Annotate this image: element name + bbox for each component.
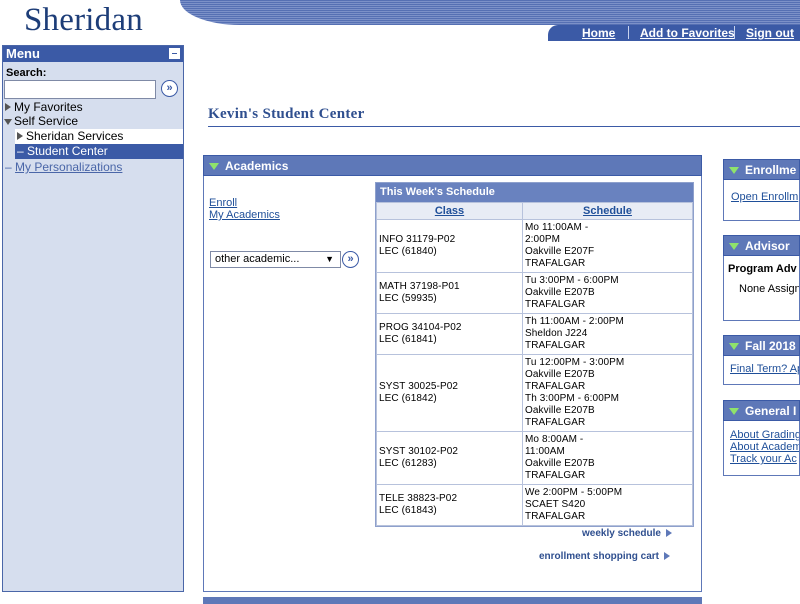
schedule-cell: Mo 8:00AM - 11:00AM Oakville E207B TRAFA…	[522, 431, 693, 485]
shopping-cart-link[interactable]: enrollment shopping cart	[539, 551, 671, 562]
collapse-triangle-icon[interactable]	[209, 163, 219, 170]
top-nav-bar: Home Add to Favorites Sign out	[548, 25, 800, 41]
select-value: other academic...	[215, 253, 300, 265]
weekly-schedule-table: This Week's Schedule Class Schedule INFO…	[375, 182, 694, 527]
program-advisor-label: Program Adv	[728, 263, 797, 275]
my-academics-link[interactable]: My Academics	[209, 209, 280, 221]
nav-separator	[628, 26, 629, 39]
menu-item-label: Self Service	[14, 114, 79, 128]
nav-separator	[734, 26, 735, 39]
class-cell: SYST 30025-P02 LEC (61842)	[376, 354, 523, 432]
menu-item-prefix: –	[17, 144, 24, 158]
general-info-header: General I	[723, 400, 800, 421]
left-menu: Menu Search: » My Favorites Self Service…	[2, 45, 184, 592]
academics-title: Academics	[225, 159, 289, 173]
add-to-favorites-link[interactable]: Add to Favorites	[640, 26, 735, 40]
collapse-triangle-icon[interactable]	[729, 167, 739, 174]
no-advisor-text: None Assign	[739, 283, 800, 295]
table-row: SYST 30025-P02 LEC (61842) Tu 12:00PM - …	[376, 354, 693, 432]
collapse-arrow-icon	[4, 119, 12, 125]
schedule-column-header[interactable]: Schedule	[522, 202, 693, 220]
class-cell: PROG 34104-P02 LEC (61841)	[376, 313, 523, 355]
class-column-header[interactable]: Class	[376, 202, 523, 220]
general-info-pagelet: About Grading About Academ Track your Ac	[723, 421, 800, 476]
table-row: PROG 34104-P02 LEC (61841) Th 11:00AM - …	[376, 313, 693, 355]
enrollment-header: Enrollme	[723, 159, 800, 180]
page-title: Kevin's Student Center	[208, 106, 365, 122]
fall-term-pagelet: Final Term? Ap	[723, 356, 800, 385]
fall-term-title: Fall 2018	[745, 339, 796, 353]
title-divider	[208, 126, 800, 127]
menu-item-student-center[interactable]: – Student Center	[15, 144, 183, 159]
enrollment-pagelet: Open Enrollm	[723, 180, 800, 221]
menu-item-label: My Personalizations	[15, 160, 123, 174]
schedule-cell: Tu 12:00PM - 3:00PM Oakville E207B TRAFA…	[522, 354, 693, 432]
advisor-title: Advisor	[745, 239, 790, 253]
class-cell: INFO 31179-P02 LEC (61840)	[376, 219, 523, 273]
collapse-triangle-icon[interactable]	[729, 408, 739, 415]
menu-title: Menu	[6, 46, 40, 61]
weekly-schedule-link[interactable]: weekly schedule	[582, 528, 672, 539]
general-info-title: General I	[745, 404, 797, 418]
sheridan-logo: Sheridan	[24, 2, 143, 38]
menu-header: Menu	[3, 46, 183, 62]
schedule-title: This Week's Schedule	[376, 183, 693, 202]
enrollment-title: Enrollme	[745, 163, 797, 177]
expand-arrow-icon	[5, 103, 11, 111]
schedule-cell: We 2:00PM - 5:00PM SCAET S420 TRAFALGAR	[522, 484, 693, 526]
shopping-cart-label: enrollment shopping cart	[539, 551, 660, 562]
arrow-right-icon	[665, 529, 672, 537]
collapse-triangle-icon[interactable]	[729, 343, 739, 350]
menu-item-my-favorites[interactable]: My Favorites	[3, 100, 183, 115]
collapse-triangle-icon[interactable]	[729, 243, 739, 250]
menu-item-label: Sheridan Services	[26, 129, 124, 143]
search-go-icon[interactable]: »	[161, 80, 178, 97]
enroll-link[interactable]: Enroll	[209, 197, 237, 209]
final-term-link[interactable]: Final Term? Ap	[730, 363, 799, 375]
weekly-schedule-label: weekly schedule	[582, 528, 661, 539]
schedule-cell: Tu 3:00PM - 6:00PM Oakville E207B TRAFAL…	[522, 272, 693, 314]
advisor-pagelet: Program Adv None Assign	[723, 256, 800, 321]
menu-item-self-service[interactable]: Self Service	[3, 114, 183, 129]
search-label: Search:	[6, 67, 47, 79]
table-row: SYST 30102-P02 LEC (61283) Mo 8:00AM - 1…	[376, 431, 693, 485]
table-row: TELE 38823-P02 LEC (61843) We 2:00PM - 5…	[376, 484, 693, 526]
next-pagelet-header	[203, 597, 702, 604]
menu-item-prefix: –	[5, 160, 12, 174]
sign-out-link[interactable]: Sign out	[746, 26, 794, 40]
expand-arrow-icon	[17, 132, 23, 140]
about-academic-link[interactable]: About Academ	[730, 441, 799, 453]
table-row: MATH 37198-P01 LEC (59935) Tu 3:00PM - 6…	[376, 272, 693, 314]
schedule-cell: Th 11:00AM - 2:00PM Sheldon J224 TRAFALG…	[522, 313, 693, 355]
home-link[interactable]: Home	[582, 26, 615, 40]
arrow-right-icon	[664, 552, 671, 560]
fall-term-header: Fall 2018	[723, 335, 800, 356]
schedule-cell: Mo 11:00AM - 2:00PM Oakville E207F TRAFA…	[522, 219, 693, 273]
menu-search-input[interactable]	[4, 80, 156, 99]
table-row: INFO 31179-P02 LEC (61840) Mo 11:00AM - …	[376, 219, 693, 273]
menu-item-sheridan-services[interactable]: Sheridan Services	[15, 129, 183, 144]
dropdown-arrow-icon: ▼	[325, 254, 334, 264]
header-banner	[180, 0, 800, 25]
other-academic-select[interactable]: other academic... ▼	[210, 251, 341, 268]
collapse-icon[interactable]	[169, 48, 180, 59]
track-your-academics-link[interactable]: Track your Ac	[730, 453, 797, 465]
class-cell: SYST 30102-P02 LEC (61283)	[376, 431, 523, 485]
class-cell: TELE 38823-P02 LEC (61843)	[376, 484, 523, 526]
about-grading-link[interactable]: About Grading	[730, 429, 799, 441]
menu-item-my-personalizations[interactable]: – My Personalizations	[3, 160, 183, 175]
class-cell: MATH 37198-P01 LEC (59935)	[376, 272, 523, 314]
academics-header: Academics	[203, 155, 702, 176]
open-enrollment-link[interactable]: Open Enrollm	[731, 191, 798, 203]
menu-item-label: My Favorites	[14, 100, 83, 114]
academics-go-icon[interactable]: »	[342, 251, 359, 268]
menu-item-label: Student Center	[27, 144, 108, 158]
advisor-header: Advisor	[723, 235, 800, 256]
